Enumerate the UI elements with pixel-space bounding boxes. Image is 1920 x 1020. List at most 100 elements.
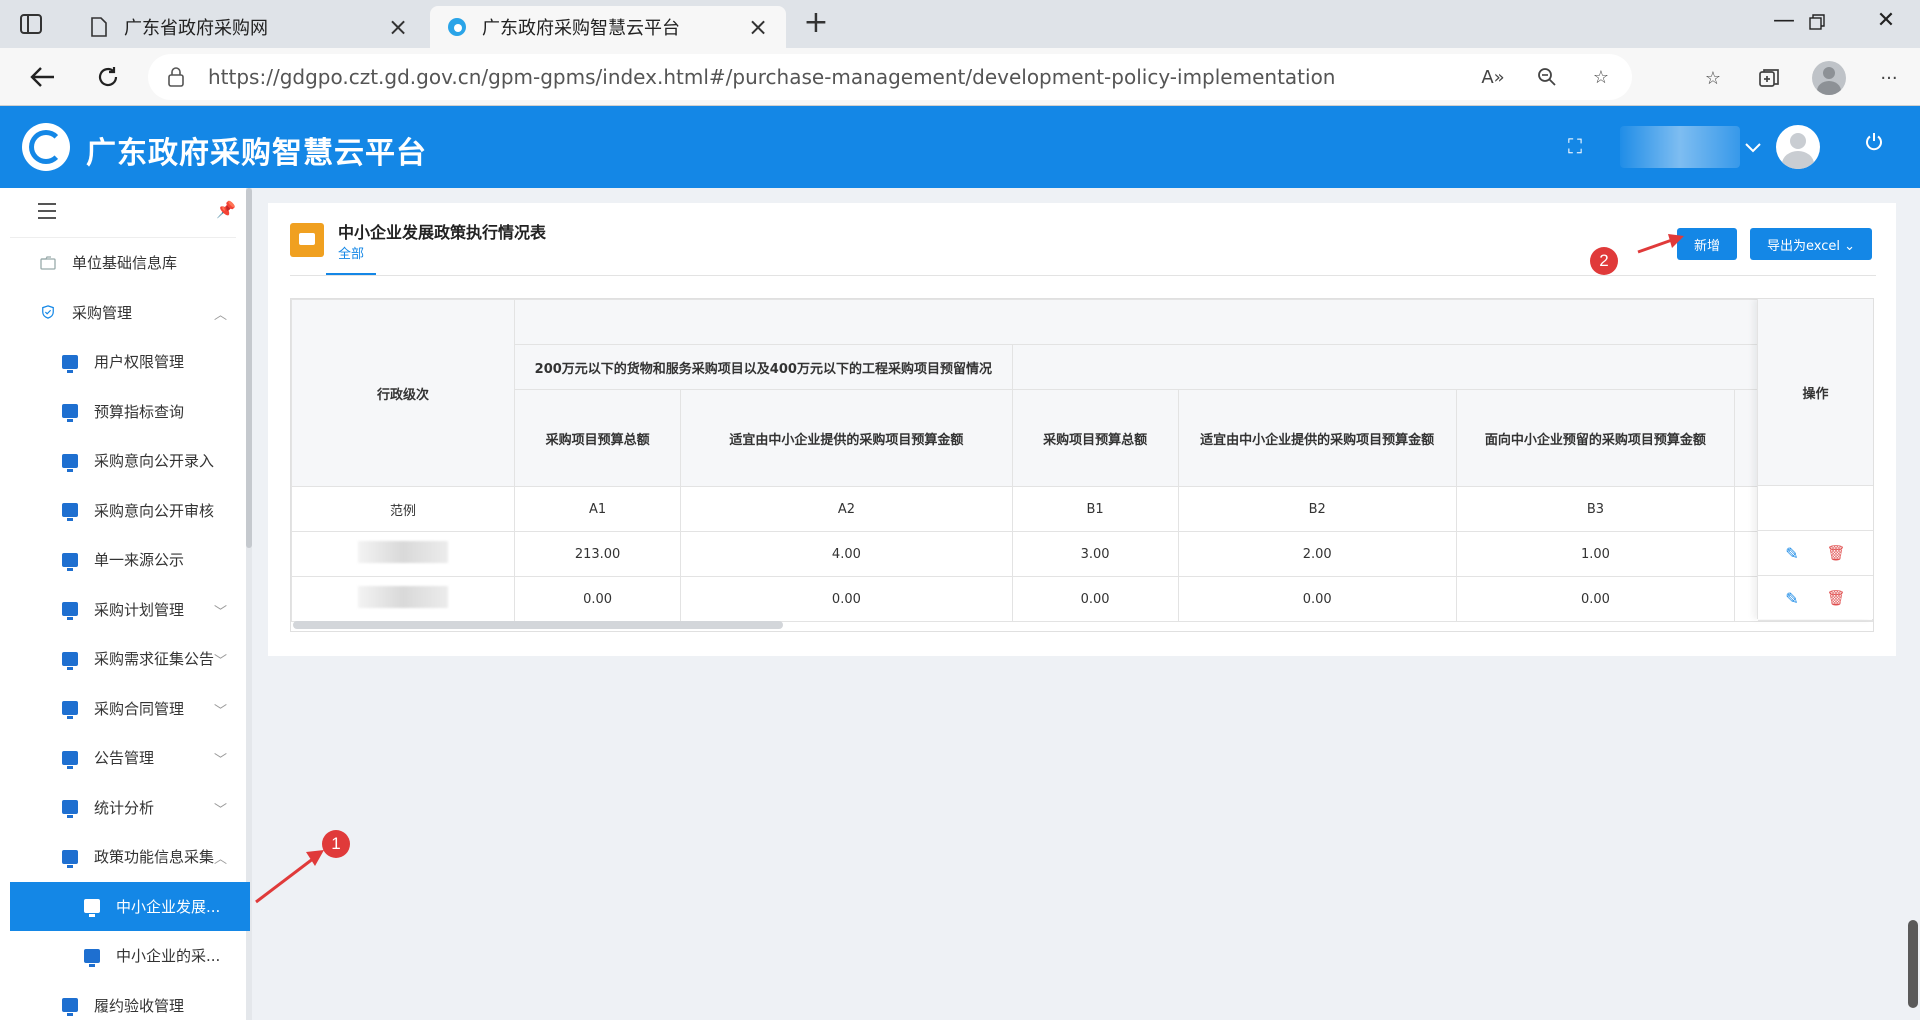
cell: 4.00 <box>680 531 1013 577</box>
close-icon[interactable]: × <box>386 13 410 41</box>
edit-icon[interactable]: ✎ <box>1785 544 1798 563</box>
more-icon[interactable]: ··· <box>1876 65 1902 91</box>
sidebar-item-label: 采购意向公开审核 <box>94 501 215 520</box>
cell: 213.00 <box>513 531 682 577</box>
delete-icon[interactable]: 🗑 <box>1827 544 1846 562</box>
restore-icon[interactable] <box>1807 8 1827 38</box>
sidebar-item-label: 统计分析 <box>94 798 155 817</box>
chevron-down-icon: ﹀ <box>214 802 228 818</box>
sidebar-item-policy-collection[interactable]: 政策功能信息采集 ︿ <box>0 832 246 882</box>
shield-icon <box>42 305 54 320</box>
cell: 0.00 <box>513 576 682 622</box>
cell: 2.00 <box>1177 531 1457 577</box>
sidebar-item-label: 采购意向公开录入 <box>94 452 215 471</box>
chevron-down-icon: ﹀ <box>214 753 228 768</box>
operations-column: 操作 ✎ 🗑 ✎ 🗑 <box>1757 299 1873 621</box>
cell: 0.00 <box>1455 576 1736 622</box>
header-col-1: 采购项目预算总额 <box>513 389 682 487</box>
sidebar-item-label: 采购计划管理 <box>94 600 185 619</box>
chevron-down-icon: ﹀ <box>214 703 228 719</box>
close-icon[interactable]: × <box>746 13 770 41</box>
annotation-badge-2: 2 <box>1590 247 1618 275</box>
sidebar-item-acceptance[interactable]: 履约验收管理 <box>0 981 246 1020</box>
monitor-icon <box>62 701 78 720</box>
sidebar-item-label: 中小企业发展... <box>116 897 221 916</box>
horizontal-scrollbar[interactable] <box>293 621 783 629</box>
document-icon <box>88 16 110 38</box>
favorite-add-icon[interactable]: ☆ <box>1588 64 1614 90</box>
menu-icon[interactable] <box>38 203 56 219</box>
sidebar-item-intent-entry[interactable]: 采购意向公开录入 <box>0 436 246 486</box>
sidebar: 📌 单位基础信息库 采购管理 ︿ 用户权限管理 预算指标查询 采购意向公开录入 … <box>0 188 252 1020</box>
lock-icon[interactable] <box>168 66 190 88</box>
sidebar-item-purchase-management[interactable]: 采购管理 ︿ <box>0 288 246 338</box>
sidebar-item-label: 公告管理 <box>94 749 155 768</box>
url-field[interactable]: https://gdgpo.czt.gd.gov.cn/gpm-gpms/ind… <box>148 54 1632 100</box>
collections-icon[interactable] <box>1756 65 1782 91</box>
pin-icon[interactable]: 📌 <box>216 200 236 219</box>
monitor-icon <box>62 651 78 670</box>
tab-label: 广东省政府采购网 <box>124 18 268 39</box>
sidebar-item-plan-management[interactable]: 采购计划管理 ﹀ <box>0 585 246 635</box>
cell-region <box>291 576 515 622</box>
refresh-icon[interactable] <box>90 59 126 95</box>
export-excel-button[interactable]: 导出为excel ⌄ <box>1750 228 1872 260</box>
sidebar-item-demand-notice[interactable]: 采购需求征集公告 ﹀ <box>0 634 246 684</box>
fullscreen-icon[interactable]: ⛶ <box>1562 134 1588 160</box>
edit-icon[interactable]: ✎ <box>1785 589 1798 608</box>
profile-icon[interactable] <box>1812 61 1846 95</box>
monitor-icon <box>62 849 78 868</box>
chevron-up-icon: ︿ <box>214 307 228 323</box>
chevron-down-icon: ﹀ <box>214 604 228 620</box>
avatar[interactable] <box>1776 125 1820 169</box>
table-row: 范例 A1 A2 B1 B2 B3 <box>291 486 1873 532</box>
sidebar-item-label: 履约验收管理 <box>94 996 185 1015</box>
sidebar-item-sme-development[interactable]: 中小企业发展... <box>10 881 250 931</box>
browser-tab-bar: 广东省政府采购网 × 广东政府采购智慧云平台 × + — ✕ <box>0 0 1920 48</box>
back-icon[interactable] <box>24 59 60 95</box>
sidebar-item-budget-query[interactable]: 预算指标查询 <box>0 387 246 437</box>
zoom-icon[interactable] <box>1534 64 1560 90</box>
read-aloud-icon[interactable]: A» <box>1480 64 1506 90</box>
sidebar-item-notice-management[interactable]: 公告管理 ﹀ <box>0 733 246 783</box>
sidebar-item-sme-procurement[interactable]: 中小企业的采... <box>0 931 246 981</box>
page-title: 中小企业发展政策执行情况表 <box>338 223 547 242</box>
browser-tab-inactive[interactable]: 广东省政府采购网 × <box>72 6 426 48</box>
plus-icon[interactable]: + <box>800 8 832 40</box>
tab-all[interactable]: 全部 <box>338 243 364 262</box>
cell: B2 <box>1177 486 1457 532</box>
monitor-icon <box>62 750 78 769</box>
ops-row: ✎ 🗑 <box>1758 531 1873 576</box>
sidebar-item-user-permission[interactable]: 用户权限管理 <box>0 337 246 387</box>
app-header: 广东政府采购智慧云平台 ⛶ <box>0 106 1920 188</box>
data-table: 行政级次 200万元以下的货物和服务采购项目以及400万元以下的工程采购项目预留… <box>290 298 1874 632</box>
close-window-icon[interactable]: ✕ <box>1866 8 1906 38</box>
header-region: 行政级次 <box>291 299 515 487</box>
cell: 0.00 <box>1011 576 1179 622</box>
monitor-icon <box>62 503 78 522</box>
sidebar-scrollbar[interactable] <box>246 188 252 548</box>
user-name-redacted[interactable] <box>1620 126 1740 168</box>
minimize-icon[interactable]: — <box>1764 8 1804 38</box>
sidebar-top: 📌 <box>10 188 236 238</box>
page-scrollbar[interactable] <box>1908 920 1918 1008</box>
browser-tab-active[interactable]: 广东政府采购智慧云平台 × <box>430 6 786 48</box>
monitor-icon <box>62 552 78 571</box>
sidebar-item-label: 政策功能信息采集 <box>94 848 215 867</box>
monitor-icon <box>62 800 78 819</box>
add-button[interactable]: 新增 <box>1677 228 1737 260</box>
sidebar-toggle-icon[interactable] <box>18 12 44 36</box>
power-icon[interactable] <box>1860 132 1888 160</box>
header-operations: 操作 <box>1758 299 1873 486</box>
sidebar-item-label: 用户权限管理 <box>94 353 185 372</box>
header-col-5: 面向中小企业预留的采购项目预算金额 <box>1455 389 1736 487</box>
sidebar-item-statistics[interactable]: 统计分析 ﹀ <box>0 783 246 833</box>
sidebar-item-single-source[interactable]: 单一来源公示 <box>0 535 246 585</box>
delete-icon[interactable]: 🗑 <box>1827 589 1846 607</box>
sidebar-item-contract-management[interactable]: 采购合同管理 ﹀ <box>0 684 246 734</box>
sidebar-item-intent-review[interactable]: 采购意向公开审核 <box>0 486 246 536</box>
chevron-up-icon: ︿ <box>214 852 228 867</box>
favorites-icon[interactable]: ☆ <box>1700 65 1726 91</box>
chevron-down-icon[interactable] <box>1745 134 1761 158</box>
sidebar-item-unit-info[interactable]: 单位基础信息库 <box>0 238 246 288</box>
